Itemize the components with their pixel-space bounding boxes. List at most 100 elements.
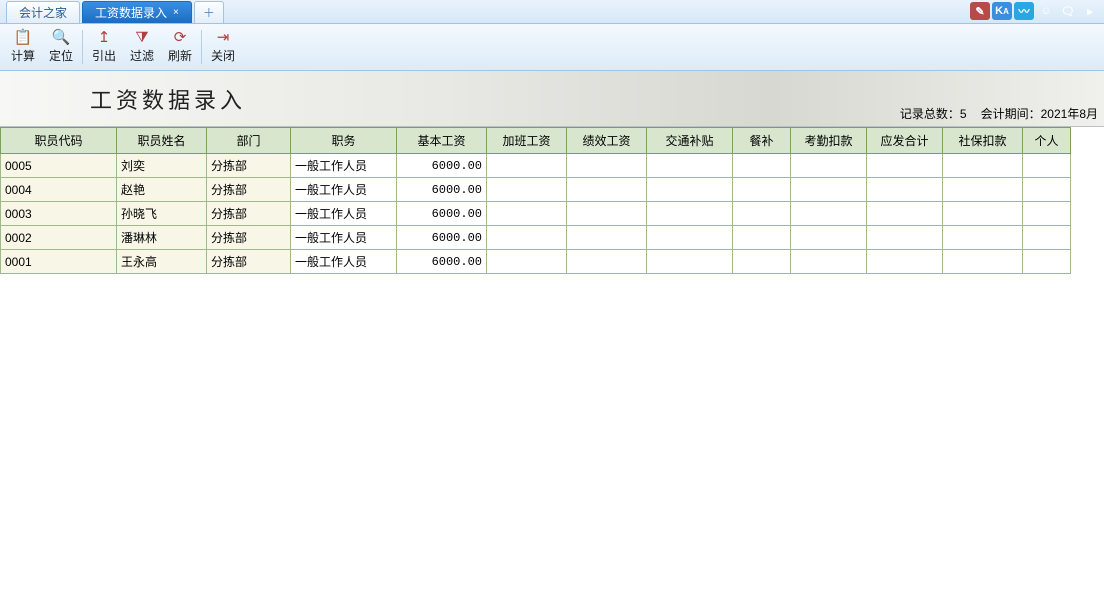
cell[interactable] — [943, 202, 1023, 226]
cell[interactable] — [567, 202, 647, 226]
cell[interactable] — [567, 250, 647, 274]
cell[interactable]: 0001 — [1, 250, 117, 274]
tray-wave-icon[interactable]: 〰 — [1014, 2, 1034, 20]
column-header[interactable]: 职员姓名 — [117, 128, 207, 154]
cell[interactable]: 6000.00 — [397, 226, 487, 250]
close-icon[interactable]: × — [173, 2, 179, 24]
tray-note-icon[interactable]: 🗨 — [1058, 2, 1078, 20]
cell[interactable] — [733, 178, 791, 202]
cell[interactable]: 0005 — [1, 154, 117, 178]
toolbar-定位-button[interactable]: 🔍定位 — [42, 26, 80, 68]
tray-smile-icon[interactable]: ☺ — [1036, 2, 1056, 20]
cell[interactable]: 分拣部 — [207, 202, 291, 226]
cell[interactable]: 一般工作人员 — [291, 250, 397, 274]
toolbar-刷新-button[interactable]: ⟳刷新 — [161, 26, 199, 68]
tab-new[interactable]: ＋ — [194, 1, 224, 23]
cell[interactable] — [943, 178, 1023, 202]
cell[interactable] — [647, 226, 733, 250]
tab-active[interactable]: 工资数据录入 × — [82, 1, 192, 23]
cell[interactable]: 分拣部 — [207, 226, 291, 250]
cell[interactable] — [487, 154, 567, 178]
cell[interactable] — [733, 250, 791, 274]
cell[interactable] — [487, 250, 567, 274]
toolbar-关闭-button[interactable]: ⇥关闭 — [204, 26, 242, 68]
cell[interactable] — [1023, 154, 1071, 178]
cell[interactable] — [943, 226, 1023, 250]
cell[interactable]: 0002 — [1, 226, 117, 250]
cell[interactable] — [791, 250, 867, 274]
cell[interactable] — [867, 178, 943, 202]
cell[interactable]: 潘琳林 — [117, 226, 207, 250]
column-header[interactable]: 餐补 — [733, 128, 791, 154]
column-header[interactable]: 职员代码 — [1, 128, 117, 154]
cell[interactable]: 刘奕 — [117, 154, 207, 178]
cell[interactable]: 孙晓飞 — [117, 202, 207, 226]
cell[interactable] — [867, 202, 943, 226]
cell[interactable]: 分拣部 — [207, 178, 291, 202]
cell[interactable]: 一般工作人员 — [291, 202, 397, 226]
column-header[interactable]: 部门 — [207, 128, 291, 154]
table-row[interactable]: 0004赵艳分拣部一般工作人员6000.00 — [1, 178, 1071, 202]
cell[interactable] — [567, 226, 647, 250]
column-header[interactable]: 交通补贴 — [647, 128, 733, 154]
table-row[interactable]: 0002潘琳林分拣部一般工作人员6000.00 — [1, 226, 1071, 250]
cell[interactable] — [867, 226, 943, 250]
cell[interactable]: 一般工作人员 — [291, 226, 397, 250]
toolbar-引出-button[interactable]: ↥引出 — [85, 26, 123, 68]
cell[interactable] — [567, 178, 647, 202]
toolbar-计算-button[interactable]: 📋计算 — [4, 26, 42, 68]
cell[interactable] — [733, 202, 791, 226]
cell[interactable] — [733, 226, 791, 250]
cell[interactable] — [647, 154, 733, 178]
cell[interactable] — [867, 154, 943, 178]
cell[interactable] — [867, 250, 943, 274]
cell[interactable]: 6000.00 — [397, 250, 487, 274]
cell[interactable]: 分拣部 — [207, 250, 291, 274]
cell[interactable]: 王永高 — [117, 250, 207, 274]
tab-home[interactable]: 会计之家 — [6, 1, 80, 23]
column-header[interactable]: 基本工资 — [397, 128, 487, 154]
table-row[interactable]: 0005刘奕分拣部一般工作人员6000.00 — [1, 154, 1071, 178]
cell[interactable]: 分拣部 — [207, 154, 291, 178]
grid-scroll[interactable]: 职员代码职员姓名部门职务基本工资加班工资绩效工资交通补贴餐补考勤扣款应发合计社保… — [0, 127, 1104, 605]
column-header[interactable]: 加班工资 — [487, 128, 567, 154]
cell[interactable] — [791, 202, 867, 226]
column-header[interactable]: 应发合计 — [867, 128, 943, 154]
tray-app-icon[interactable]: ✎ — [970, 2, 990, 20]
cell[interactable] — [487, 202, 567, 226]
cell[interactable] — [567, 154, 647, 178]
column-header[interactable]: 职务 — [291, 128, 397, 154]
cell[interactable] — [487, 178, 567, 202]
table-row[interactable]: 0003孙晓飞分拣部一般工作人员6000.00 — [1, 202, 1071, 226]
cell[interactable] — [647, 202, 733, 226]
cell[interactable]: 6000.00 — [397, 202, 487, 226]
cell[interactable] — [1023, 202, 1071, 226]
tray-more-icon[interactable]: ▸ — [1080, 2, 1100, 20]
tray-ka-icon[interactable]: KA — [992, 2, 1012, 20]
cell[interactable] — [1023, 226, 1071, 250]
cell[interactable] — [943, 154, 1023, 178]
cell[interactable]: 0004 — [1, 178, 117, 202]
cell[interactable] — [1023, 250, 1071, 274]
cell[interactable] — [1023, 178, 1071, 202]
cell[interactable] — [487, 226, 567, 250]
cell[interactable] — [733, 154, 791, 178]
cell[interactable] — [791, 226, 867, 250]
cell[interactable]: 一般工作人员 — [291, 154, 397, 178]
column-header[interactable]: 考勤扣款 — [791, 128, 867, 154]
column-header[interactable]: 绩效工资 — [567, 128, 647, 154]
cell[interactable] — [647, 250, 733, 274]
table-row[interactable]: 0001王永高分拣部一般工作人员6000.00 — [1, 250, 1071, 274]
cell[interactable] — [791, 178, 867, 202]
cell[interactable] — [647, 178, 733, 202]
cell[interactable]: 0003 — [1, 202, 117, 226]
cell[interactable]: 一般工作人员 — [291, 178, 397, 202]
column-header[interactable]: 个人 — [1023, 128, 1071, 154]
toolbar-过滤-button[interactable]: ⧩过滤 — [123, 26, 161, 68]
cell[interactable] — [791, 154, 867, 178]
cell[interactable]: 6000.00 — [397, 178, 487, 202]
column-header[interactable]: 社保扣款 — [943, 128, 1023, 154]
cell[interactable]: 6000.00 — [397, 154, 487, 178]
cell[interactable]: 赵艳 — [117, 178, 207, 202]
cell[interactable] — [943, 250, 1023, 274]
